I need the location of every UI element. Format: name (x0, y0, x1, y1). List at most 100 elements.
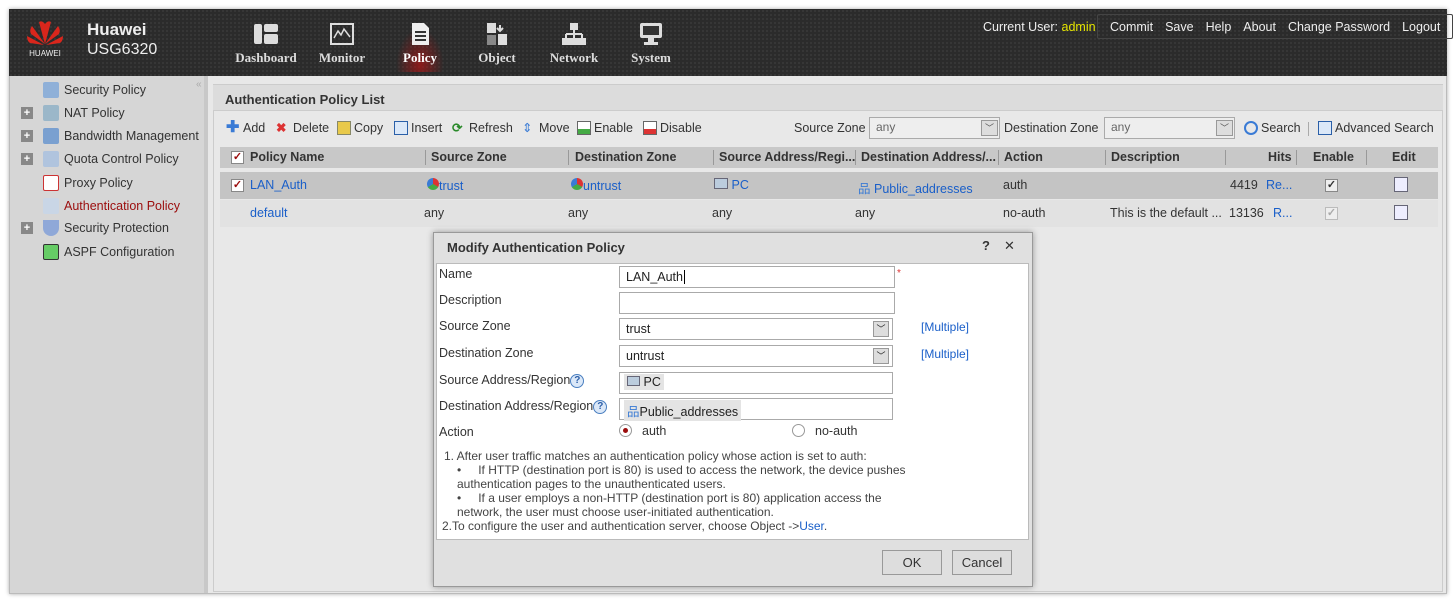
search-button[interactable]: Search (1244, 121, 1301, 135)
expand-icon[interactable]: + (21, 130, 33, 142)
search-icon (1244, 121, 1258, 135)
about-link[interactable]: About (1237, 20, 1282, 34)
source-address-input[interactable]: PC (619, 372, 893, 394)
source-zone-cell: any (424, 206, 445, 220)
expand-icon[interactable]: + (21, 153, 33, 165)
nav-policy[interactable]: Policy (392, 22, 448, 72)
help-icon[interactable]: ? (982, 238, 990, 253)
expand-icon[interactable]: + (21, 222, 33, 234)
enable-checkbox[interactable]: ✓ (1325, 179, 1338, 192)
huawei-logo: HUAWEI (27, 21, 63, 58)
close-icon[interactable]: ✕ (1004, 238, 1015, 254)
destination-address-cell: 品 Public_addresses (858, 182, 973, 196)
note-line: 2.To configure the user and authenticati… (442, 519, 828, 533)
ok-button[interactable]: OK (882, 550, 942, 575)
dialog-title: Modify Authentication Policy (447, 240, 625, 255)
note-line: authentication pages to the unauthentica… (457, 477, 726, 491)
user-link[interactable]: User (799, 519, 824, 533)
column-policy-name[interactable]: Policy Name (250, 150, 324, 164)
nav-dashboard[interactable]: Dashboard (232, 22, 300, 72)
destination-address-cell: any (855, 206, 876, 220)
change-password-link[interactable]: Change Password (1282, 20, 1396, 34)
reset-hits-link[interactable]: Re... (1266, 178, 1292, 192)
expand-icon[interactable]: + (21, 107, 33, 119)
commit-link[interactable]: Commit (1104, 20, 1159, 34)
policy-name-link[interactable]: LAN_Auth (250, 178, 307, 192)
column-enable[interactable]: Enable (1313, 150, 1354, 164)
column-divider (568, 150, 569, 165)
delete-button[interactable]: ✖ Delete (276, 121, 329, 135)
action-noauth-radio[interactable] (792, 424, 805, 437)
destination-zone-select[interactable]: untrust ﹀ (619, 345, 893, 367)
object-icon (487, 23, 507, 45)
source-zone-cell: trust (427, 178, 463, 193)
column-divider (1296, 150, 1297, 165)
select-all-checkbox[interactable]: ✓ (231, 151, 244, 164)
move-button[interactable]: ⇕ Move (522, 121, 570, 135)
required-marker: * (897, 268, 901, 279)
column-description[interactable]: Description (1111, 150, 1180, 164)
destination-zone-cell: untrust (571, 178, 621, 193)
insert-button[interactable]: Insert (394, 121, 442, 135)
description-input[interactable] (619, 292, 895, 314)
sidebar: « Security Policy + NAT Policy + Bandwidth… (10, 76, 208, 593)
row-checkbox[interactable]: ✓ (231, 179, 244, 192)
action-auth-radio[interactable] (619, 424, 632, 437)
device-model: USG6320 (87, 41, 158, 58)
column-destination-address[interactable]: Destination Address/... (861, 150, 996, 164)
edit-icon[interactable] (1394, 177, 1408, 192)
disable-button[interactable]: Disable (643, 121, 702, 135)
help-icon[interactable]: ? (593, 399, 608, 414)
shield-icon (43, 220, 59, 236)
name-input[interactable]: LAN_Auth (619, 266, 895, 288)
nav-object[interactable]: Object (470, 22, 524, 72)
column-edit[interactable]: Edit (1392, 150, 1416, 164)
address-group-icon: 品 (858, 182, 871, 196)
column-divider (998, 150, 999, 165)
source-zone-select[interactable]: trust ﹀ (619, 318, 893, 340)
cancel-button[interactable]: Cancel (952, 550, 1012, 575)
enable-icon (577, 121, 591, 135)
quota-icon (43, 151, 59, 167)
current-username: admin (1061, 20, 1096, 34)
ssl-key-icon (43, 175, 59, 191)
add-button[interactable]: ✚ Add (226, 120, 265, 136)
save-link[interactable]: Save (1159, 20, 1200, 34)
logout-link[interactable]: Logout (1396, 20, 1446, 34)
column-action[interactable]: Action (1004, 150, 1043, 164)
source-zone-label: Source Zone (439, 319, 511, 333)
note-bullet: • If HTTP (destination port is 80) is use… (457, 463, 906, 477)
enable-button[interactable]: Enable (577, 121, 633, 135)
action-cell: auth (1003, 178, 1028, 192)
reset-hits-link[interactable]: R... (1273, 206, 1292, 220)
destination-address-label: Destination Address/Region? (439, 399, 608, 414)
destination-zone-filter-select[interactable]: any ﹀ (1104, 117, 1235, 139)
policy-icon (412, 23, 429, 45)
edit-icon[interactable] (1394, 205, 1408, 220)
aspf-icon (43, 244, 59, 260)
help-link[interactable]: Help (1200, 20, 1238, 34)
description-label: Description (439, 293, 502, 307)
destination-address-input[interactable]: 品Public_addresses (619, 398, 893, 421)
column-hits[interactable]: Hits (1268, 150, 1292, 164)
column-divider (855, 150, 856, 165)
column-source-address[interactable]: Source Address/Regi... (719, 150, 855, 164)
authentication-icon (43, 198, 59, 214)
refresh-button[interactable]: ⟳ Refresh (452, 121, 513, 135)
policy-name-link[interactable]: default (250, 206, 288, 220)
copy-button[interactable]: Copy (337, 121, 383, 135)
collapse-sidebar-icon[interactable]: « (196, 79, 202, 90)
destination-zone-multiple-link[interactable]: [Multiple] (921, 347, 969, 361)
advanced-search-button[interactable]: Advanced Search (1318, 121, 1434, 135)
nav-monitor[interactable]: Monitor (314, 22, 370, 72)
nav-network[interactable]: Network (546, 22, 602, 72)
bandwidth-icon (43, 128, 59, 144)
help-icon[interactable]: ? (570, 373, 585, 388)
source-zone-multiple-link[interactable]: [Multiple] (921, 320, 969, 334)
nav-system[interactable]: System (624, 22, 678, 72)
column-destination-zone[interactable]: Destination Zone (575, 150, 676, 164)
pc-icon (627, 376, 640, 386)
source-zone-filter-select[interactable]: any ﹀ (869, 117, 1000, 139)
source-address-cell: PC (714, 178, 749, 192)
column-source-zone[interactable]: Source Zone (431, 150, 507, 164)
